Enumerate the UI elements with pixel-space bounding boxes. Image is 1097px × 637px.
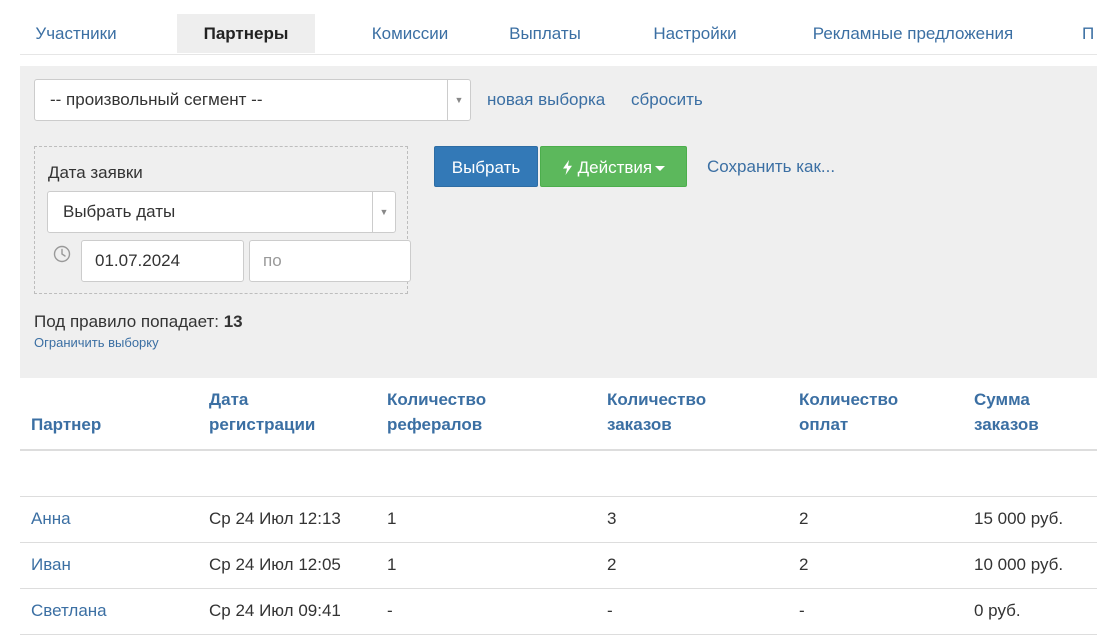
cell-reg-date: Ср 24 Июл 09:41 <box>198 588 376 635</box>
partner-name-link[interactable]: Светлана <box>20 588 198 635</box>
chevron-down-icon: ▼ <box>372 192 395 232</box>
tab-settings[interactable]: Настройки <box>630 14 760 53</box>
cell-payments: 2 <box>788 496 963 543</box>
header-sum[interactable]: Сумма заказов <box>963 378 1097 451</box>
segment-select[interactable]: -- произвольный сегмент -- ▼ <box>34 79 471 121</box>
date-range-select-value: Выбрать даты <box>63 202 176 221</box>
cell-referrals: 1 <box>376 496 596 543</box>
chevron-down-icon: ▼ <box>447 80 470 120</box>
lightning-icon <box>562 160 572 175</box>
save-as-link[interactable]: Сохранить как... <box>707 157 835 177</box>
actions-button-label: Действия <box>577 158 653 177</box>
partner-name-link[interactable]: Анна <box>20 496 198 543</box>
tab-more[interactable]: П <box>1082 14 1097 53</box>
tab-bar: Участники Партнеры Комиссии Выплаты Наст… <box>20 14 1097 55</box>
cell-referrals: 1 <box>376 542 596 589</box>
date-filter-label: Дата заявки <box>48 163 143 182</box>
tab-commissions[interactable]: Комиссии <box>340 14 480 53</box>
date-to-input[interactable]: по <box>249 240 411 282</box>
cell-sum: 0 руб. <box>963 588 1097 635</box>
tab-ad-offers[interactable]: Рекламные предложения <box>795 14 1031 53</box>
cell-reg-date: Ср 24 Июл 12:13 <box>198 496 376 543</box>
new-selection-link[interactable]: новая выборка <box>487 90 605 110</box>
tab-partners[interactable]: Партнеры <box>177 14 315 53</box>
table-spacer-row <box>20 450 1097 497</box>
date-range-select[interactable]: Выбрать даты ▼ <box>47 191 396 233</box>
rule-count-value: 13 <box>223 312 243 331</box>
cell-sum: 15 000 руб. <box>963 496 1097 543</box>
filter-panel: -- произвольный сегмент -- ▼ новая выбор… <box>20 66 1097 378</box>
header-partner[interactable]: Партнер <box>20 378 198 451</box>
clock-icon <box>53 245 71 263</box>
cell-orders: 2 <box>596 542 788 589</box>
header-orders[interactable]: Количество заказов <box>596 378 788 451</box>
date-filter-box: Дата заявки Выбрать даты ▼ 01.07.2024 по <box>34 146 411 294</box>
partners-table: Партнер Дата регистрации Количество рефера… <box>20 378 1097 635</box>
limit-selection-link[interactable]: Ограничить выборку <box>34 335 159 350</box>
tab-payouts[interactable]: Выплаты <box>490 14 600 53</box>
partner-name-link[interactable]: Иван <box>20 542 198 589</box>
tab-participants[interactable]: Участники <box>20 14 132 53</box>
header-payments[interactable]: Количество оплат <box>788 378 963 451</box>
cell-referrals: - <box>376 588 596 635</box>
cell-payments: - <box>788 588 963 635</box>
rule-count-text: Под правило попадает: 13 <box>34 312 243 332</box>
reset-link[interactable]: сбросить <box>631 90 703 110</box>
cell-orders: 3 <box>596 496 788 543</box>
cell-reg-date: Ср 24 Июл 12:05 <box>198 542 376 589</box>
cell-payments: 2 <box>788 542 963 589</box>
cell-orders: - <box>596 588 788 635</box>
header-referrals[interactable]: Количество рефералов <box>376 378 596 451</box>
table-row: Светлана Ср 24 Июл 09:41 - - - 0 руб. <box>20 588 1097 635</box>
select-button[interactable]: Выбрать <box>434 146 538 187</box>
table-row: Анна Ср 24 Июл 12:13 1 3 2 15 000 руб. <box>20 496 1097 543</box>
cell-sum: 10 000 руб. <box>963 542 1097 589</box>
segment-select-value: -- произвольный сегмент -- <box>50 90 263 109</box>
actions-button[interactable]: Действия <box>540 146 687 187</box>
date-from-input[interactable]: 01.07.2024 <box>81 240 244 282</box>
rule-count-label: Под правило попадает: <box>34 312 219 331</box>
table-row: Иван Ср 24 Июл 12:05 1 2 2 10 000 руб. <box>20 542 1097 589</box>
header-reg-date[interactable]: Дата регистрации <box>198 378 376 451</box>
caret-down-icon <box>655 166 666 172</box>
table-header-row: Партнер Дата регистрации Количество рефера… <box>20 378 1097 451</box>
